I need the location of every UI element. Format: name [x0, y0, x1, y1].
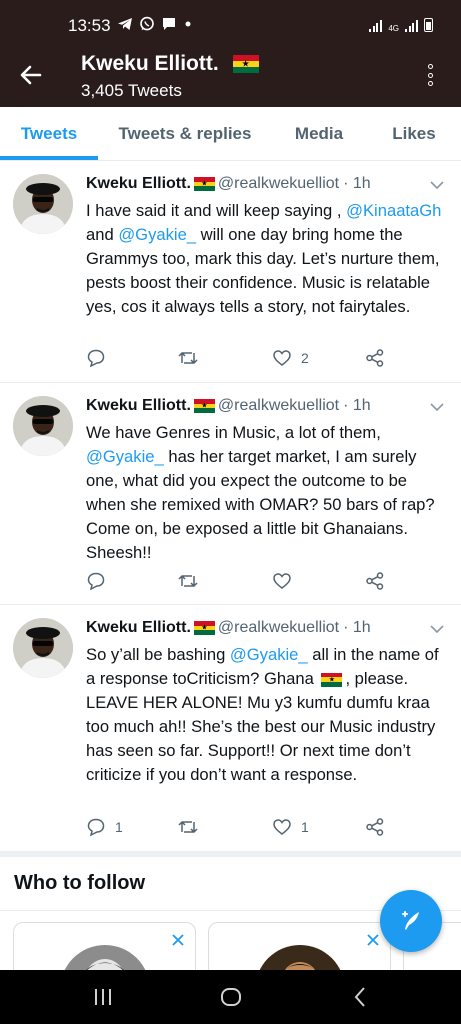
- whatsapp-icon: [140, 16, 154, 31]
- ghana-flag-icon: ★: [232, 55, 259, 73]
- system-navigation-bar: [0, 970, 461, 1024]
- tweet-author-name[interactable]: Kweku Elliott.: [86, 619, 191, 637]
- share-button[interactable]: [365, 817, 385, 837]
- tweet-author-name[interactable]: Kweku Elliott.: [86, 175, 191, 193]
- heart-icon: [273, 573, 291, 589]
- reply-button[interactable]: [86, 571, 115, 591]
- share-icon: [366, 349, 384, 367]
- like-button[interactable]: 2: [272, 348, 309, 368]
- like-button[interactable]: 1: [272, 817, 309, 837]
- close-icon[interactable]: [366, 933, 380, 947]
- mention-link[interactable]: @Gyakie_: [86, 447, 164, 466]
- tweet-header: Kweku Elliott. ★ @realkwekuelliot · 1h: [86, 619, 371, 637]
- mention-link[interactable]: @Gyakie_: [118, 225, 196, 244]
- tweet[interactable]: Kweku Elliott. ★ @realkwekuelliot · 1h W…: [0, 383, 461, 605]
- tab-media[interactable]: Media: [276, 107, 362, 161]
- tweet-time: · 1h: [343, 397, 371, 414]
- chevron-down-icon[interactable]: [429, 177, 445, 193]
- tweet-text: So y’all be bashing @Gyakie_ all in the …: [86, 645, 439, 784]
- close-icon[interactable]: [171, 933, 185, 947]
- share-icon: [366, 572, 384, 590]
- chevron-down-icon[interactable]: [429, 621, 445, 637]
- ghana-flag-icon: ★: [193, 621, 215, 635]
- tweet-text: I have said it and will keep saying , @K…: [86, 201, 442, 316]
- tweet-header: Kweku Elliott. ★ @realkwekuelliot · 1h: [86, 175, 371, 193]
- retweet-icon: [178, 575, 198, 587]
- compose-tweet-icon: [402, 911, 419, 930]
- tweet-count: 3,405 Tweets: [81, 81, 182, 100]
- tweet[interactable]: Kweku Elliott. ★ @realkwekuelliot · 1h I…: [0, 161, 461, 383]
- reply-button[interactable]: [86, 348, 115, 368]
- profile-header: 13:53 4G Kweku Elliott. ★ 3,405 Tweets: [0, 0, 461, 107]
- status-bar: 13:53 4G: [0, 0, 461, 52]
- network-type-label: 4G: [388, 24, 399, 33]
- mention-link[interactable]: @KinaataGh: [346, 201, 441, 220]
- section-divider: [0, 851, 461, 857]
- more-vertical-icon[interactable]: [419, 62, 441, 88]
- status-notification-icons: [117, 16, 193, 32]
- tweet-author-name[interactable]: Kweku Elliott.: [86, 397, 191, 415]
- share-button[interactable]: [365, 348, 385, 368]
- reply-icon: [87, 349, 105, 368]
- tweet-time: · 1h: [343, 619, 371, 636]
- reply-icon: [87, 818, 105, 837]
- ghana-flag-icon: ★: [321, 672, 343, 687]
- reply-button[interactable]: 1: [86, 817, 123, 837]
- chevron-left-icon: [354, 987, 365, 1007]
- retweet-button[interactable]: [177, 817, 208, 837]
- tweet-actions: 2: [86, 348, 386, 370]
- profile-title: Kweku Elliott. ★: [81, 52, 259, 76]
- tweet-handle: @realkwekuelliot: [217, 175, 340, 192]
- profile-name: Kweku Elliott.: [81, 52, 219, 75]
- tweet-actions: 1 1: [86, 817, 386, 839]
- who-to-follow-title: Who to follow: [14, 872, 146, 894]
- home-icon: [221, 988, 241, 1006]
- tab-tweets-and-replies[interactable]: Tweets & replies: [104, 107, 266, 161]
- reply-icon: [87, 572, 105, 591]
- tweet-actions: [86, 571, 386, 593]
- profile-tabs: Tweets Tweets & replies Media Likes: [0, 107, 461, 161]
- mention-link[interactable]: @Gyakie_: [230, 645, 308, 664]
- recent-apps-icon: [95, 989, 111, 1005]
- ghana-flag-icon: ★: [193, 399, 215, 413]
- dot-icon: [185, 21, 191, 27]
- status-system-icons: 4G: [369, 18, 433, 33]
- back-button[interactable]: [18, 62, 44, 88]
- tweet-header: Kweku Elliott. ★ @realkwekuelliot · 1h: [86, 397, 371, 415]
- heart-icon: [273, 819, 291, 835]
- tweet[interactable]: Kweku Elliott. ★ @realkwekuelliot · 1h S…: [0, 605, 461, 851]
- signal-icon: [405, 20, 418, 32]
- heart-icon: [273, 350, 291, 366]
- tweet-time: · 1h: [343, 175, 371, 192]
- tab-tweets[interactable]: Tweets: [0, 107, 98, 161]
- retweet-button[interactable]: [177, 571, 208, 591]
- avatar[interactable]: [13, 396, 73, 456]
- active-tab-indicator: [0, 156, 98, 160]
- share-icon: [366, 818, 384, 836]
- home-button[interactable]: [218, 984, 244, 1010]
- tab-likes[interactable]: Likes: [372, 107, 456, 161]
- arrow-left-icon: [20, 65, 42, 85]
- status-time: 13:53: [68, 16, 111, 35]
- compose-tweet-button[interactable]: [380, 890, 442, 952]
- ghana-flag-icon: ★: [193, 177, 215, 191]
- tweet-handle: @realkwekuelliot: [217, 397, 340, 414]
- avatar[interactable]: [13, 618, 73, 678]
- signal-icon: [369, 20, 382, 32]
- tweet-handle: @realkwekuelliot: [217, 619, 340, 636]
- avatar[interactable]: [13, 174, 73, 234]
- message-icon: [163, 18, 175, 30]
- share-button[interactable]: [365, 571, 385, 591]
- telegram-icon: [118, 18, 132, 30]
- like-button[interactable]: [272, 571, 301, 591]
- chevron-down-icon[interactable]: [429, 399, 445, 415]
- recent-apps-button[interactable]: [90, 984, 116, 1010]
- retweet-button[interactable]: [177, 348, 208, 368]
- system-back-button[interactable]: [348, 984, 374, 1010]
- retweet-icon: [178, 352, 198, 364]
- tweet-text: We have Genres in Music, a lot of them, …: [86, 423, 435, 562]
- battery-icon: [424, 18, 433, 32]
- retweet-icon: [178, 821, 198, 833]
